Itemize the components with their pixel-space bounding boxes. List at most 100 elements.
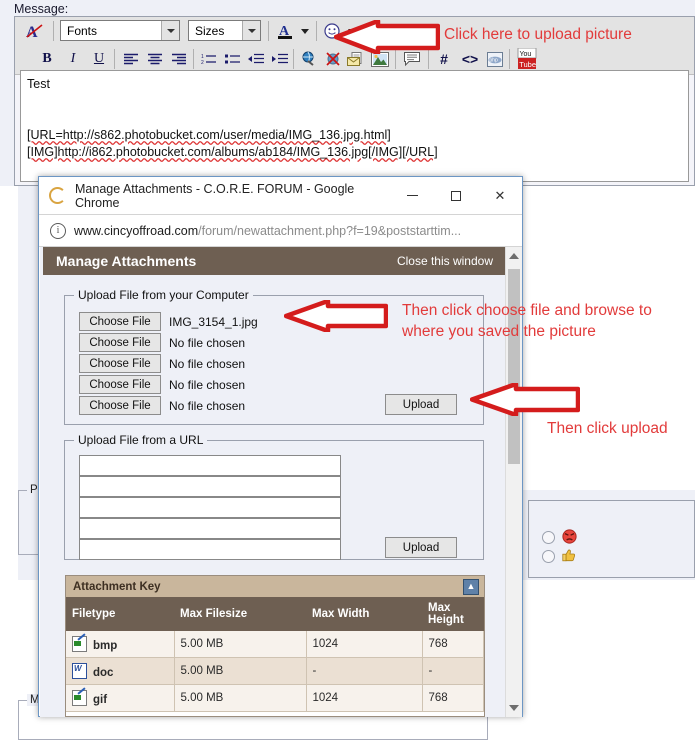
column-header-filetype: Filetype <box>66 597 174 631</box>
address-bar[interactable]: i www.cincyoffroad.com/forum/newattachme… <box>39 215 522 247</box>
sizes-dropdown-value: Sizes <box>195 23 225 38</box>
choose-file-button-1[interactable]: Choose File <box>79 312 161 331</box>
annotation-upload-picture: Click here to upload picture <box>444 26 632 43</box>
manage-attachments-window: Manage Attachments - C.O.R.E. FORUM - Go… <box>38 176 523 717</box>
file-status-1: IMG_3154_1.jpg <box>169 314 258 329</box>
address-bar-text: www.cincyoffroad.com/forum/newattachment… <box>74 224 461 238</box>
thumbs-up-emoticon <box>562 548 577 565</box>
scroll-down-arrow-icon[interactable] <box>509 705 519 711</box>
sizes-dropdown[interactable]: Sizes <box>188 20 261 41</box>
align-right-icon[interactable] <box>167 46 191 72</box>
file-row: Choose File IMG_3154_1.jpg <box>79 312 258 331</box>
indent-icon[interactable] <box>269 46 291 72</box>
svg-text:You: You <box>520 51 532 58</box>
outdent-icon[interactable] <box>245 46 267 72</box>
code-icon[interactable]: <> <box>458 46 482 72</box>
annotation-arrow-upload <box>470 383 580 416</box>
table-header-row: Filetype Max Filesize Max Width Max Heig… <box>66 597 484 631</box>
ordered-list-icon[interactable]: 1 2 <box>198 46 220 72</box>
underline-icon[interactable]: U <box>89 46 109 72</box>
font-color-chevron-down-icon[interactable] <box>298 18 312 44</box>
rating-option-angry[interactable] <box>542 529 577 546</box>
file-row: Choose File No file chosen <box>79 333 245 352</box>
upload-from-url-fieldset: Upload File from a URL Upload <box>64 433 484 560</box>
upload-url-button[interactable]: Upload <box>385 537 457 558</box>
annotation-arrow-choose-file <box>284 300 388 332</box>
cell-maxheight: 768 <box>422 631 484 658</box>
remove-formatting-icon[interactable]: A <box>21 18 47 44</box>
angry-face-emoticon <box>562 529 577 546</box>
message-label: Message: <box>14 2 69 16</box>
fonts-dropdown[interactable]: Fonts <box>60 20 180 41</box>
info-icon[interactable]: i <box>50 222 66 239</box>
file-row: Choose File No file chosen <box>79 354 245 373</box>
cell-maxfilesize: 5.00 MB <box>174 684 307 712</box>
cell-filetype: bmp <box>66 631 175 658</box>
choose-file-button-4[interactable]: Choose File <box>79 375 161 394</box>
url-input-4[interactable] <box>79 518 341 539</box>
choose-file-button-3[interactable]: Choose File <box>79 354 161 373</box>
table-row: doc 5.00 MB - - <box>66 657 484 685</box>
image-file-icon <box>72 636 87 652</box>
message-line-3: [IMG]http://i862.photobucket.com/albums/… <box>27 145 438 159</box>
image-file-icon <box>72 690 87 706</box>
maximize-button[interactable] <box>434 177 478 214</box>
radio-button[interactable] <box>542 531 555 544</box>
column-header-maxheight: Max Height <box>422 597 484 631</box>
url-input-2[interactable] <box>79 476 341 497</box>
annotation-arrow-upload-picture <box>334 20 440 54</box>
cell-filetype: gif <box>66 684 175 712</box>
close-button[interactable]: ✕ <box>478 177 522 214</box>
message-body-textarea[interactable]: Test [URL=http://s862.photobucket.com/us… <box>20 70 689 182</box>
message-line-1: Test <box>27 77 50 91</box>
italic-icon[interactable]: I <box>63 46 83 72</box>
svg-text:php: php <box>489 57 498 63</box>
cell-maxwidth: 1024 <box>306 631 423 658</box>
cell-maxfilesize: 5.00 MB <box>174 631 307 658</box>
php-icon[interactable]: php <box>483 46 507 72</box>
scrollbar-thumb[interactable] <box>508 269 520 464</box>
cell-filetype: doc <box>66 657 175 685</box>
message-line-2: [URL=http://s862.photobucket.com/user/me… <box>27 128 391 142</box>
align-center-icon[interactable] <box>143 46 167 72</box>
dialog-title: Manage Attachments <box>56 253 197 269</box>
scroll-up-arrow-icon[interactable] <box>509 253 519 259</box>
file-status-4: No file chosen <box>169 377 246 392</box>
upload-computer-button[interactable]: Upload <box>385 394 457 415</box>
table-row: bmp 5.00 MB 1024 768 <box>66 631 484 658</box>
youtube-icon[interactable]: You Tube <box>515 46 539 72</box>
unordered-list-icon[interactable] <box>222 46 244 72</box>
attachment-key-header: Attachment Key ▲ <box>66 576 484 597</box>
upload-from-url-legend: Upload File from a URL <box>74 433 208 447</box>
annotation-choose-file: Then click choose file and browse to whe… <box>402 302 652 340</box>
url-input-3[interactable] <box>79 497 341 518</box>
rating-option-thumbsup[interactable] <box>542 548 577 565</box>
chevron-down-icon <box>242 21 260 40</box>
radio-button[interactable] <box>542 550 555 563</box>
bold-icon[interactable]: B <box>37 46 57 72</box>
fonts-dropdown-value: Fonts <box>67 23 98 38</box>
close-this-window-link[interactable]: Close this window <box>397 254 493 268</box>
dialog-header: Manage Attachments Close this window <box>43 247 505 275</box>
url-domain: www.cincyoffroad.com <box>74 223 199 238</box>
font-color-icon[interactable]: A <box>274 18 296 44</box>
choose-file-button-5[interactable]: Choose File <box>79 396 161 415</box>
align-left-icon[interactable] <box>119 46 143 72</box>
minimize-button[interactable] <box>390 177 434 214</box>
chevron-down-icon <box>161 21 179 40</box>
choose-file-button-2[interactable]: Choose File <box>79 333 161 352</box>
url-input-1[interactable] <box>79 455 341 476</box>
rating-fieldset <box>528 500 695 578</box>
insert-link-icon[interactable] <box>298 46 320 72</box>
collapse-icon[interactable]: ▲ <box>463 578 479 595</box>
url-input-5[interactable] <box>79 539 341 560</box>
file-status-5: No file chosen <box>169 398 246 413</box>
attachment-key-table: Filetype Max Filesize Max Width Max Heig… <box>66 597 484 712</box>
svg-text:2: 2 <box>201 60 204 65</box>
column-header-maxfilesize: Max Filesize <box>174 597 306 631</box>
cell-maxheight: 768 <box>422 684 484 712</box>
file-status-2: No file chosen <box>169 335 246 350</box>
word-file-icon <box>72 663 87 679</box>
cell-maxwidth: 1024 <box>306 684 423 712</box>
svg-text:Tube: Tube <box>519 60 536 69</box>
